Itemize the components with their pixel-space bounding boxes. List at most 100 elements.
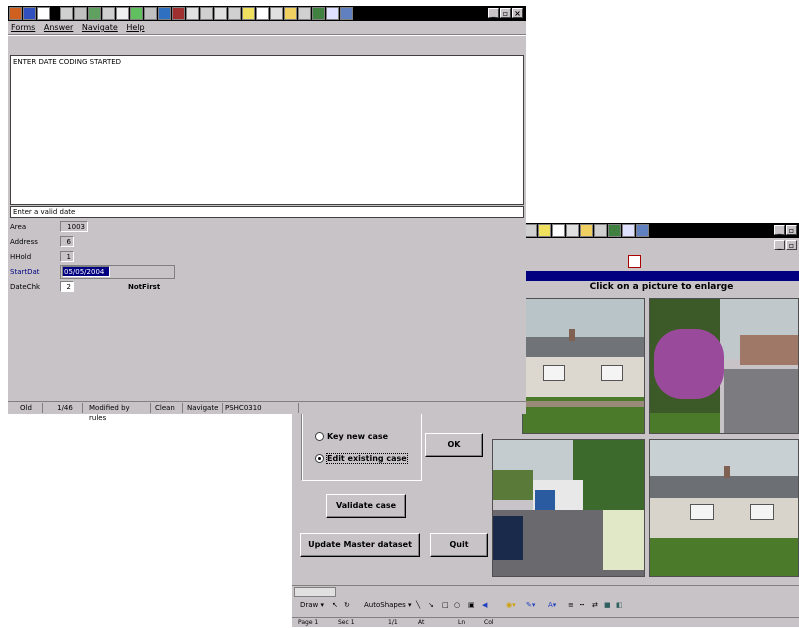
toolbar-icon[interactable] [566, 224, 579, 237]
toolbar-icon[interactable] [326, 7, 339, 20]
arrow-style-icon[interactable]: ⇄ [592, 597, 598, 613]
field-area: Area 1003 Address 6 HHold 1 StartDat 05/… [8, 220, 526, 400]
close-icon[interactable]: × [512, 8, 523, 18]
validate-case-button[interactable]: Validate case [326, 494, 406, 518]
quit-button[interactable]: Quit [430, 533, 488, 557]
toolbar-icon[interactable] [37, 7, 50, 20]
toolbar-icon[interactable] [312, 7, 325, 20]
toolbar-icon[interactable] [228, 7, 241, 20]
menu-separator [8, 34, 526, 36]
toolbar-icon[interactable] [552, 224, 565, 237]
toolbar-icon[interactable] [116, 7, 129, 20]
select-arrow-icon[interactable]: ↖ [332, 597, 338, 613]
horizontal-scrollbar[interactable] [292, 585, 799, 597]
toolbar-icon[interactable] [158, 7, 171, 20]
toolbar-icon[interactable] [200, 7, 213, 20]
dash-style-icon[interactable]: ┅ [580, 597, 584, 613]
line-icon[interactable]: ╲ [416, 597, 420, 613]
shadow-icon[interactable]: ■ [604, 597, 611, 613]
garden-photo-2[interactable] [649, 298, 799, 434]
house-photo-4[interactable] [649, 439, 799, 577]
toolbar-icon[interactable] [298, 7, 311, 20]
toolbar-icon[interactable] [74, 7, 87, 20]
field-label-address: Address [10, 238, 38, 246]
menu-forms[interactable]: Forms [11, 23, 35, 32]
menu-help[interactable]: Help [126, 23, 144, 32]
draw-menu[interactable]: Draw ▾ [300, 597, 324, 613]
toolbar-icon[interactable] [102, 7, 115, 20]
toolbar-icon[interactable] [172, 7, 185, 20]
front-window: _ ▫ × Forms Answer Navigate Help ENTER D… [8, 6, 526, 422]
minimize-icon[interactable]: _ [774, 240, 785, 250]
toolbar-icon[interactable] [23, 7, 36, 20]
toolbar-icon[interactable] [284, 7, 297, 20]
toolbar-icon[interactable] [60, 7, 73, 20]
3d-icon[interactable]: ◧ [616, 597, 623, 613]
picture-banner: Click on a picture to enlarge [589, 282, 734, 292]
minimize-icon[interactable]: _ [488, 8, 499, 18]
maximize-icon[interactable]: ▫ [500, 8, 511, 18]
back-status-bar: Page 1 Sec 1 1/1 At Ln Col [292, 617, 799, 628]
status-modified: Modified by rules [86, 403, 151, 422]
house-photo-1[interactable] [522, 298, 645, 434]
field-label-datechk: DateChk [10, 283, 41, 291]
key-new-case-radio[interactable]: Key new case [315, 432, 388, 441]
toolbar-icon[interactable] [88, 7, 101, 20]
font-color-icon[interactable]: A▾ [548, 597, 556, 613]
autoshapes-menu[interactable]: AutoShapes ▾ [364, 597, 412, 613]
toolbar-icon[interactable] [214, 7, 227, 20]
minimize-icon[interactable]: _ [774, 225, 785, 235]
menu-bar: Forms Answer Navigate Help [11, 23, 151, 32]
arrow-icon[interactable]: ↘ [428, 597, 434, 613]
menu-answer[interactable]: Answer [44, 23, 73, 32]
case-mode-group: Key new case Edit existing case [302, 413, 422, 481]
edit-existing-case-radio[interactable]: Edit existing case [315, 453, 408, 464]
restore-icon[interactable]: ▫ [786, 240, 797, 250]
app-icon[interactable] [9, 7, 22, 20]
field-value-hhold[interactable]: 1 [60, 251, 74, 262]
line-color-icon[interactable]: ✎▾ [526, 597, 535, 613]
toolbar-icon[interactable] [186, 7, 199, 20]
datechk-note: NotFirst [128, 283, 161, 291]
toolbar-icon[interactable] [580, 224, 593, 237]
calendar-icon[interactable] [628, 255, 641, 268]
drawing-toolbar: Draw ▾ ↖ ↻ AutoShapes ▾ ╲ ↘ □ ○ ▣ ◀ ◉▾ ✎… [292, 597, 799, 613]
rectangle-icon[interactable]: □ [442, 597, 449, 613]
oval-icon[interactable]: ○ [454, 597, 460, 613]
field-value-area[interactable]: 1003 [60, 221, 88, 232]
toolbar-icon[interactable] [130, 7, 143, 20]
field-label-hhold: HHold [10, 253, 32, 261]
toolbar-icon[interactable] [256, 7, 269, 20]
textbox-icon[interactable]: ▣ [468, 597, 475, 613]
toolbar-icon[interactable] [622, 224, 635, 237]
driveway-photo-3[interactable] [492, 439, 645, 577]
update-master-dataset-button[interactable]: Update Master dataset [300, 533, 420, 557]
fill-color-icon[interactable]: ◉▾ [506, 597, 516, 613]
status-navigate: Navigate [184, 403, 223, 413]
field-value-datechk[interactable]: 2 [60, 281, 74, 292]
prompt-bar: Enter a valid date [10, 206, 524, 218]
restore-icon[interactable]: ▫ [786, 225, 797, 235]
toolbar-icon[interactable] [538, 224, 551, 237]
toolbar-icon[interactable] [608, 224, 621, 237]
radio-checked-icon [315, 454, 324, 463]
back-toolbar [524, 223, 799, 238]
toolbar-icon[interactable] [340, 7, 353, 20]
toolbar-icon[interactable] [594, 224, 607, 237]
line-style-icon[interactable]: ≡ [568, 597, 574, 613]
message-panel: ENTER DATE CODING STARTED [10, 55, 524, 205]
menu-navigate[interactable]: Navigate [82, 23, 118, 32]
toolbar-icon[interactable] [270, 7, 283, 20]
ok-button[interactable]: OK [425, 433, 483, 457]
field-value-address[interactable]: 6 [60, 236, 74, 247]
field-label-area: Area [10, 223, 27, 231]
rotate-icon[interactable]: ↻ [344, 597, 350, 613]
front-toolbar: _ ▫ × [8, 6, 526, 21]
toolbar-icon[interactable] [144, 7, 157, 20]
toolbar-icon[interactable] [636, 224, 649, 237]
status-clean: Clean [152, 403, 183, 413]
status-field-id: PSHC0310 [222, 403, 299, 413]
wordart-icon[interactable]: ◀ [482, 597, 487, 613]
toolbar-icon[interactable] [242, 7, 255, 20]
field-value-startdat[interactable]: 05/05/2004 [62, 266, 110, 277]
